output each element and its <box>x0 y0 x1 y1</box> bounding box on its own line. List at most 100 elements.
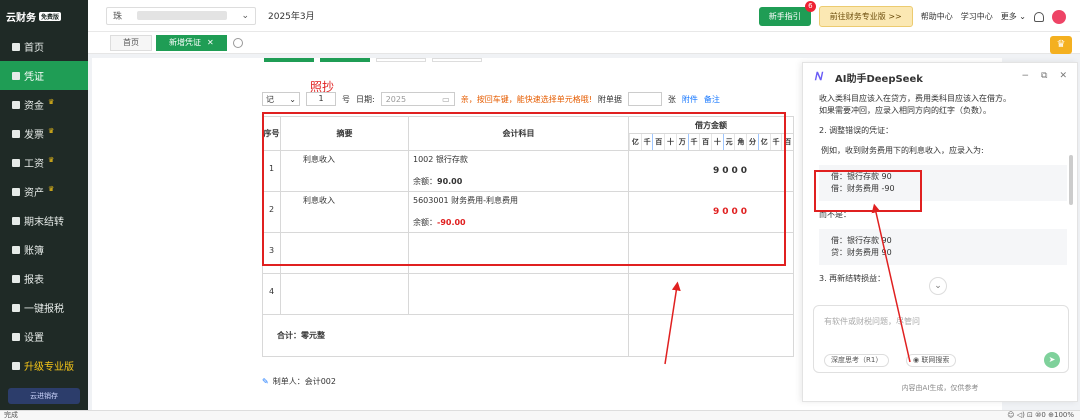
more-menu[interactable]: 更多 ⌄ <box>1001 11 1026 22</box>
minimize-icon[interactable]: − <box>1021 71 1029 81</box>
home-icon <box>12 42 20 51</box>
close-icon[interactable]: ✕ <box>207 38 214 47</box>
fund-icon <box>12 100 20 109</box>
date-value: 2025 <box>385 94 407 104</box>
ai-input-box[interactable]: 有软件或财税问题，尽管问 深度思考（R1） ◉ 联网搜索 ➤ <box>813 305 1069 373</box>
toolbar-buttons <box>264 58 482 62</box>
scroll-down-icon[interactable]: ⌄ <box>929 277 947 295</box>
row-seq: 4 <box>262 273 281 315</box>
tab-new-voucher[interactable]: 新增凭证 ✕ <box>156 34 227 51</box>
ai-line: 收入类科目应该入在贷方，费用类科目应该入在借方。 <box>819 94 1011 103</box>
sidebar-item-6[interactable]: 期末结转 <box>0 206 88 235</box>
attach-label: 附单据 <box>597 94 622 104</box>
tax-icon <box>12 303 20 312</box>
web-search-toggle[interactable]: ◉ 联网搜索 <box>906 354 957 367</box>
toolbar-button-3[interactable] <box>376 58 426 62</box>
sidebar-item-11[interactable]: 升级专业版 <box>0 351 88 380</box>
date-label: 日期: <box>356 94 375 104</box>
app-logo[interactable]: 云财务 免费版 <box>0 0 88 32</box>
guide-button[interactable]: 新手指引 6 <box>758 1 816 26</box>
sidebar-item-label: 报表 <box>24 275 44 286</box>
toolbar-button-2[interactable] <box>320 58 370 62</box>
sidebar-item-label: 首页 <box>24 43 44 54</box>
toolbar-button-1[interactable] <box>264 58 314 62</box>
sidebar-item-label: 工资 <box>24 159 44 170</box>
accounting-period[interactable]: 2025年3月 <box>268 9 315 22</box>
ai-wrong-entry: 借：银行存款 90 贷：财务费用 90 <box>819 229 1067 265</box>
row-summary-cell[interactable] <box>280 273 409 315</box>
ai-entry-line: 贷：财务费用 90 <box>831 248 892 257</box>
note-link[interactable]: 备注 <box>704 94 720 105</box>
row-debit-cell[interactable] <box>628 273 794 315</box>
invoice-icon <box>12 129 20 138</box>
sidebar-item-label: 资金 <box>24 101 44 112</box>
total-debit-cell <box>628 314 794 357</box>
enter-key-tip: 亲，按回车键，能快速选择单元格哦! <box>460 94 592 104</box>
sidebar-item-1[interactable]: 凭证 <box>0 61 88 90</box>
report-icon <box>12 274 20 283</box>
ai-assistant-panel: 𝑁 AI助手DeepSeek − ⧉ ✕ 收入类科目应该入在贷方，费用类科目应该… <box>802 62 1078 402</box>
sidebar-item-5[interactable]: 资产 ♛ <box>0 177 88 206</box>
toolbar-button-4[interactable] <box>432 58 482 62</box>
help-center-link[interactable]: 帮助中心 <box>921 11 953 22</box>
guide-label: 新手指引 <box>768 12 801 21</box>
voucher-word-select[interactable]: 记 ⌄ <box>262 92 300 106</box>
closing-icon <box>12 216 20 225</box>
table-row: 4 <box>262 273 794 315</box>
crown-icon: ♛ <box>48 126 55 135</box>
avatar[interactable] <box>1052 9 1066 24</box>
status-right: ☺ ◁) ⊡ ⑩0 ⊕100% <box>1007 411 1074 419</box>
sidebar-item-2[interactable]: 资金 ♛ <box>0 90 88 119</box>
company-name-blurred <box>136 11 227 20</box>
highlight-box-ai-entry <box>814 170 922 212</box>
tab-menu-icon[interactable] <box>232 37 243 48</box>
sidebar-item-4[interactable]: 工资 ♛ <box>0 148 88 177</box>
sidebar-item-8[interactable]: 报表 <box>0 264 88 293</box>
deepseek-logo-icon: 𝑁 <box>815 70 824 83</box>
sidebar-item-label: 凭证 <box>24 72 44 83</box>
crown-icon[interactable]: ♛ <box>1050 36 1072 54</box>
bell-icon[interactable] <box>1034 11 1044 22</box>
sidebar-item-7[interactable]: 账簿 <box>0 235 88 264</box>
crown-icon: ♛ <box>48 155 55 164</box>
sidebar-item-label: 设置 <box>24 333 44 344</box>
sidebar-item-label: 期末结转 <box>24 217 64 228</box>
sidebar-item-0[interactable]: 首页 <box>0 32 88 61</box>
send-icon[interactable]: ➤ <box>1044 352 1060 368</box>
total-amount: 合计：零元整 <box>262 314 629 357</box>
inventory-link[interactable]: 云进销存 <box>8 388 80 404</box>
attachment-link[interactable]: 附件 <box>682 94 698 105</box>
voucher-header-form: 记 ⌄ 1 号 日期: 2025 ▭ 亲，按回车键，能快速选择单元格哦! 附单据 张… <box>262 92 720 106</box>
voucher-number-input[interactable]: 1 <box>306 92 336 106</box>
date-input[interactable]: 2025 ▭ <box>380 92 455 106</box>
ledger-icon <box>12 245 20 254</box>
tab-home[interactable]: 首页 <box>110 34 152 51</box>
maker-text: 制单人：会计002 <box>272 377 336 386</box>
deep-think-toggle[interactable]: 深度思考（R1） <box>824 354 890 367</box>
inventory-label: 云进销存 <box>30 392 58 400</box>
voucher-icon <box>12 71 20 80</box>
tab-home-label: 首页 <box>123 38 139 47</box>
chevron-down-icon: ⌄ <box>241 10 249 21</box>
row-account-cell[interactable] <box>408 273 629 315</box>
sidebar: 云财务 免费版 首页 凭证 资金 ♛ 发票 ♛ 工资 ♛ 资产 ♛ 期末结转 账簿 报表 一键报税 设置 升级… <box>0 0 88 410</box>
close-icon[interactable]: ✕ <box>1059 71 1067 81</box>
sidebar-item-label: 发票 <box>24 130 44 141</box>
crown-icon: ♛ <box>48 184 55 193</box>
sidebar-item-3[interactable]: 发票 ♛ <box>0 119 88 148</box>
attach-count-input[interactable] <box>627 92 662 106</box>
company-select[interactable]: 珠 ⌄ <box>106 6 256 25</box>
sidebar-item-label: 一键报税 <box>24 304 64 315</box>
logo-text: 云财务 <box>6 12 36 24</box>
learning-center-link[interactable]: 学习中心 <box>961 11 993 22</box>
sidebar-item-10[interactable]: 设置 <box>0 322 88 351</box>
attach-unit: 张 <box>667 94 676 104</box>
ai-disclaimer: 内容由AI生成，仅供参考 <box>901 384 979 392</box>
ai-scrollbar[interactable] <box>1069 155 1073 205</box>
calendar-icon: ▭ <box>442 94 450 104</box>
row-seq-num: 4 <box>268 287 275 296</box>
voucher-word: 记 <box>266 94 274 104</box>
sidebar-item-9[interactable]: 一键报税 <box>0 293 88 322</box>
expand-icon[interactable]: ⧉ <box>1041 71 1047 81</box>
pro-version-button[interactable]: 前往财务专业版 >> <box>818 6 913 27</box>
